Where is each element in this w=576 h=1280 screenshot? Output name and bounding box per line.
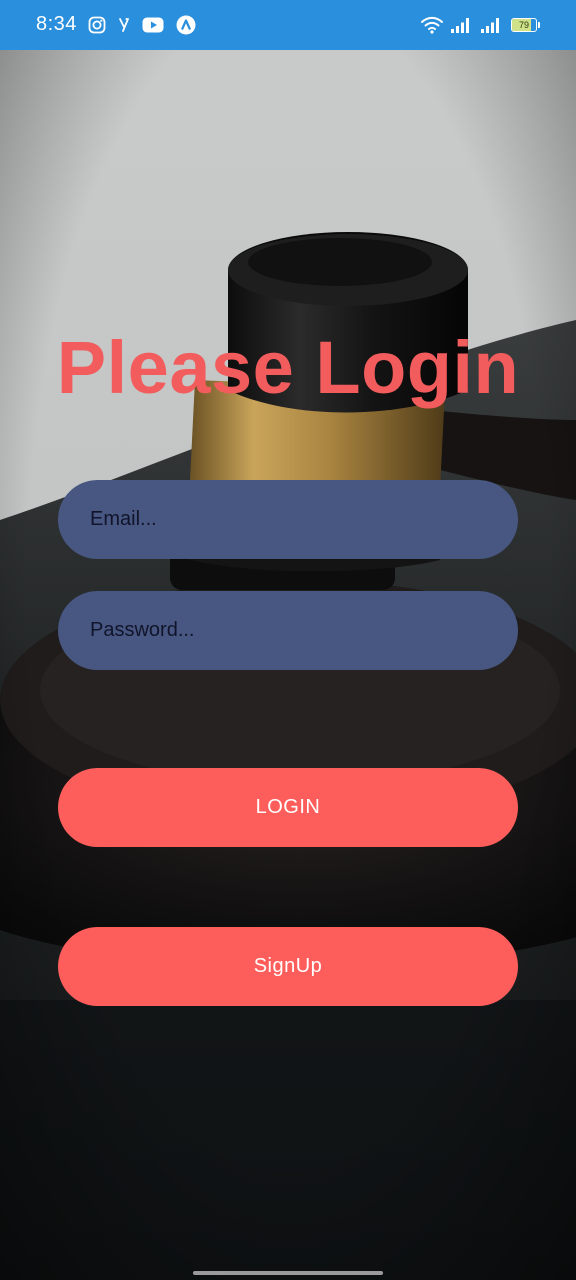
battery-nub bbox=[538, 22, 540, 28]
signup-button[interactable]: SignUp bbox=[58, 927, 518, 1006]
app-a-icon bbox=[176, 15, 196, 35]
email-field[interactable] bbox=[58, 480, 518, 559]
signal-icon bbox=[451, 18, 469, 33]
login-screen: 8:34 79 Please Login Email... LOGIN Sign… bbox=[0, 0, 576, 1280]
battery-body: 79 bbox=[511, 18, 537, 32]
system-icons: 79 bbox=[421, 14, 540, 36]
login-button[interactable]: LOGIN bbox=[58, 768, 518, 847]
yappy-icon bbox=[119, 18, 129, 32]
youtube-icon bbox=[142, 17, 164, 33]
notification-icons bbox=[88, 14, 196, 36]
signal-icon-2 bbox=[481, 18, 499, 33]
battery-level: 79 bbox=[518, 19, 529, 30]
battery-icon: 79 bbox=[511, 18, 540, 32]
status-time: 8:34 bbox=[36, 13, 77, 35]
password-field[interactable] bbox=[58, 591, 518, 670]
status-bar: 8:34 79 bbox=[0, 0, 576, 50]
wifi-icon bbox=[421, 16, 443, 34]
instagram-icon bbox=[88, 16, 106, 34]
home-indicator[interactable] bbox=[193, 1271, 383, 1275]
page-title: Please Login bbox=[56, 326, 520, 409]
